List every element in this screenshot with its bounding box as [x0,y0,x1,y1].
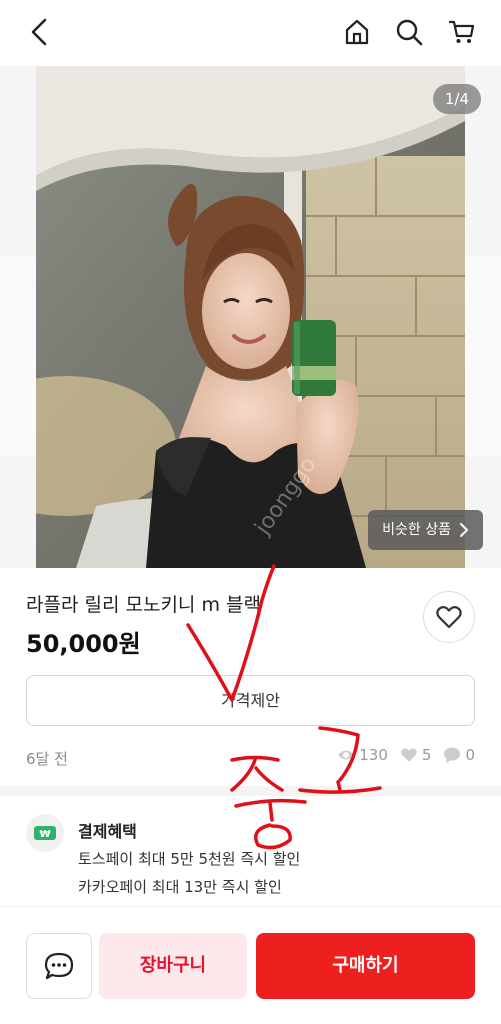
cart-icon [448,20,475,43]
home-button[interactable] [339,14,375,50]
cart-button[interactable] [444,14,480,50]
chat-button[interactable] [26,933,92,999]
similar-products-label: 비슷한 상품 [382,522,451,538]
bottom-action-bar: 장바구니 구매하기 [0,906,501,1024]
photo-illustration: joonggo [36,66,465,568]
back-button[interactable] [22,14,58,50]
chat-icon [44,952,74,980]
similar-products-button[interactable]: 비슷한 상품 [368,510,483,550]
home-icon [345,19,369,45]
like-button[interactable] [423,591,475,643]
photo-counter: 1/4 [432,84,481,114]
views-count: 130 [359,746,388,764]
price-offer-button[interactable]: 가격제안 [26,675,475,726]
svg-text:₩: ₩ [39,829,50,840]
buy-now-button[interactable]: 구매하기 [256,933,475,999]
product-gallery[interactable]: joonggo 1/4 비슷한 상품 [0,66,501,568]
payment-card-icon: ₩ [34,826,56,840]
chevron-right-icon [460,523,468,537]
chats-count: 0 [465,746,475,764]
heart-filled-icon [401,748,417,762]
product-title: 라플라 릴리 모노키니 m 블랙 [26,594,261,616]
search-icon [396,19,423,46]
benefit-kakao: 카카오페이 최대 13만 즉시 할인 [78,878,282,896]
views-stat: 130 [337,746,388,764]
char-jung-stem [268,801,274,822]
chats-stat: 0 [443,746,475,764]
likes-stat: 5 [400,746,432,764]
posted-time: 6달 전 [26,750,68,768]
char-jung-bar [234,798,307,808]
char-jung-top [230,755,280,762]
heart-icon [436,606,462,629]
section-divider [0,786,501,796]
benefit-title: 결제혜택 [78,822,137,841]
add-to-cart-button[interactable]: 장바구니 [99,933,247,999]
search-button[interactable] [391,14,427,50]
product-price: 50,000원 [26,630,141,658]
eye-icon [338,750,355,760]
payment-benefit-icon: ₩ [26,814,64,852]
top-bar [0,0,501,66]
char-jung-circle [254,823,292,850]
product-stats: 130 5 0 [337,746,475,764]
chevron-left-icon [31,18,47,46]
likes-count: 5 [421,746,432,764]
chat-bubble-icon [444,747,461,763]
product-photo[interactable]: joonggo [36,66,465,568]
benefit-toss: 토스페이 최대 5만 5천원 즉시 할인 [78,850,301,868]
